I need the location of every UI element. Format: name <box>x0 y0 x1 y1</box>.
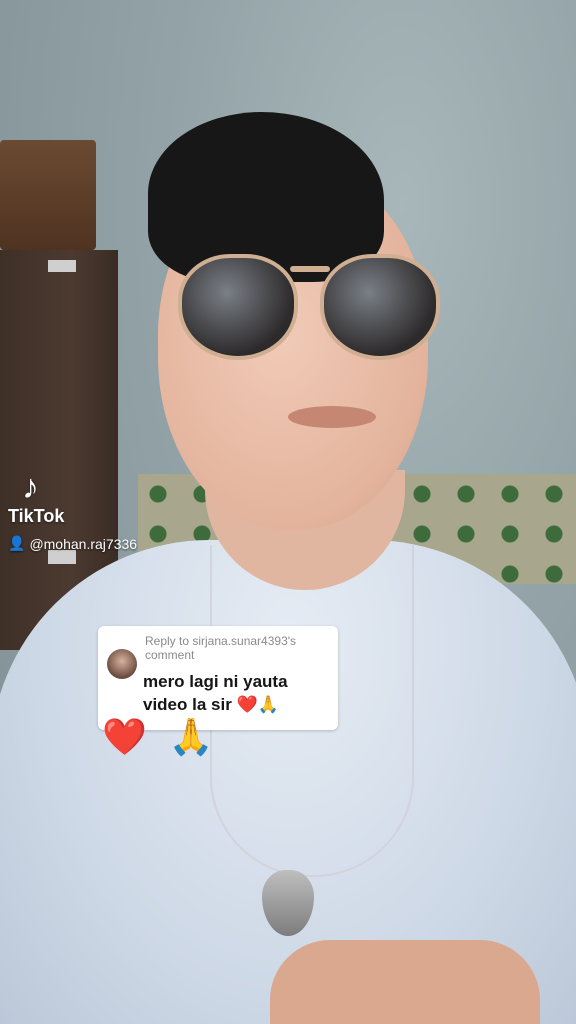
tiktok-brand: TikTok <box>8 506 65 526</box>
tiktok-watermark: ♪ TikTok 👤 @mohan.raj7336 <box>8 470 137 552</box>
overlay-emojis: ❤️ 🙏 <box>102 716 220 757</box>
cardboard-box <box>0 140 96 250</box>
creator-username: 👤 @mohan.raj7336 <box>8 535 137 552</box>
person-hand <box>270 940 540 1024</box>
person-mouth <box>288 406 376 428</box>
reply-meta: Reply to sirjana.sunar4393's comment <box>145 634 297 662</box>
person-icon: 👤 <box>8 535 26 551</box>
reply-comment-card[interactable]: Reply to sirjana.sunar4393's comment mer… <box>98 626 338 730</box>
reply-text: mero lagi ni yauta video la sir ❤️🙏 <box>143 672 288 714</box>
aviator-sunglasses <box>178 248 440 360</box>
username-text: @mohan.raj7336 <box>29 535 138 552</box>
avatar <box>107 649 137 679</box>
tiktok-note-icon: ♪ <box>22 468 39 506</box>
